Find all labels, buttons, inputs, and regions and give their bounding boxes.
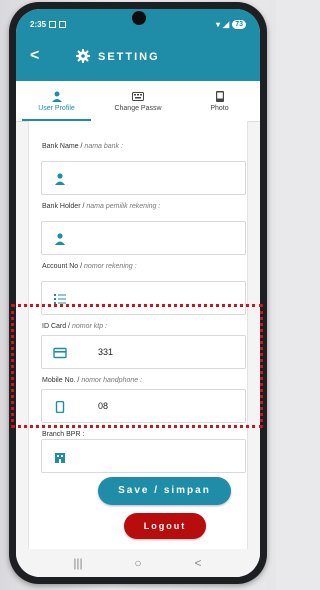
- label-text: Account No /: [42, 263, 83, 270]
- label-hint: nomor rekening :: [84, 263, 137, 270]
- notification-icon-2: [59, 20, 67, 28]
- battery-indicator: 73: [232, 19, 246, 29]
- recent-apps-button[interactable]: |||: [68, 555, 88, 571]
- person-icon: [55, 233, 65, 245]
- person-icon: [55, 173, 65, 185]
- phone-frame: 2:35 ▾ ◢ 73 < SETTING User Profile Chang…: [9, 2, 267, 584]
- phone-card-icon: [215, 91, 224, 102]
- tab-label: Change Passw: [114, 105, 162, 112]
- label-text: Bank Name /: [42, 143, 83, 150]
- page-title: SETTING: [98, 51, 160, 63]
- bank-holder-field[interactable]: [41, 221, 246, 255]
- header: < SETTING: [16, 44, 260, 70]
- back-arrow-icon[interactable]: <: [30, 47, 39, 65]
- screen: 2:35 ▾ ◢ 73 < SETTING User Profile Chang…: [16, 9, 260, 577]
- bank-name-field[interactable]: [41, 161, 246, 195]
- branch-field[interactable]: [41, 439, 246, 473]
- label-text: Bank Holder /: [42, 203, 85, 210]
- building-icon: [55, 453, 65, 463]
- wifi-icon: ▾: [216, 19, 221, 29]
- back-button[interactable]: <: [188, 555, 208, 571]
- front-camera: [132, 11, 146, 25]
- signal-icon: ◢: [223, 19, 230, 29]
- gear-icon: [76, 49, 90, 63]
- notification-icon: [49, 20, 57, 28]
- label-text: Branch BPR :: [42, 431, 85, 438]
- system-nav-bar: ||| ○ <: [16, 549, 260, 577]
- keyboard-icon: [132, 92, 144, 101]
- bank-name-label: Bank Name / nama bank :: [42, 143, 123, 150]
- home-button[interactable]: ○: [128, 555, 148, 571]
- branch-label: Branch BPR :: [42, 431, 84, 438]
- label-hint: nama bank :: [84, 143, 123, 150]
- tab-label: Photo: [210, 105, 229, 112]
- bank-holder-label: Bank Holder / nama pemilik rekening :: [42, 203, 160, 210]
- account-no-label: Account No / nomor rekening :: [42, 263, 137, 270]
- tab-photo[interactable]: Photo: [179, 81, 260, 121]
- save-button[interactable]: Save / simpan: [98, 477, 231, 505]
- tab-user-profile[interactable]: User Profile: [16, 81, 97, 121]
- tab-change-password[interactable]: Change Passw: [97, 81, 179, 121]
- highlight-box: [11, 304, 263, 428]
- logout-button[interactable]: Logout: [124, 513, 206, 539]
- tab-label: User Profile: [38, 105, 75, 112]
- tab-bar: User Profile Change Passw Photo: [16, 81, 260, 122]
- person-icon: [51, 91, 62, 102]
- status-time: 2:35: [30, 19, 47, 29]
- label-hint: nama pemilik rekening :: [86, 203, 161, 210]
